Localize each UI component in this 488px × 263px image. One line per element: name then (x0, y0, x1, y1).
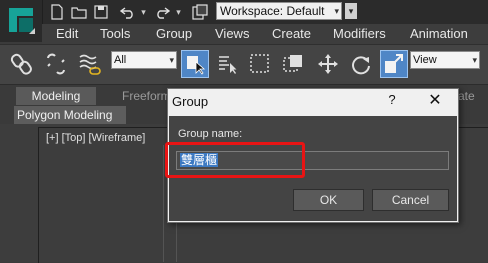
viewport-label[interactable]: [+] [Top] [Wireframe] (46, 132, 145, 144)
tab-freeform[interactable]: Freeform (122, 87, 171, 105)
project-folder-icon[interactable] (191, 3, 209, 21)
customize-arrow-icon[interactable]: ▾ (345, 3, 357, 19)
cancel-button[interactable]: Cancel (372, 189, 449, 211)
highlight-annotation (165, 142, 305, 178)
bind-space-warp-icon[interactable] (76, 50, 104, 78)
tab-state[interactable]: ate (458, 87, 475, 105)
panel-polygon-modeling[interactable]: Polygon Modeling (14, 106, 126, 124)
scale-icon[interactable] (380, 50, 408, 78)
menu-edit[interactable]: Edit (56, 26, 78, 41)
tab-modeling[interactable]: Modeling (16, 87, 96, 105)
redo-dropdown-icon[interactable]: ▾ (174, 3, 183, 21)
workspace-label: Workspace: Default (220, 4, 325, 18)
workspace-select[interactable]: Workspace: Default ▾ (216, 2, 342, 20)
move-icon[interactable] (314, 50, 342, 78)
dialog-title: Group (172, 94, 209, 109)
unlink-icon[interactable] (42, 50, 70, 78)
menu-create[interactable]: Create (272, 26, 311, 41)
close-button[interactable]: ✕ (426, 92, 444, 110)
selection-filter-value: All (114, 54, 127, 66)
help-button[interactable]: ? (385, 92, 399, 110)
selection-filter-dropdown[interactable]: All ▾ (111, 51, 177, 69)
menu-group[interactable]: Group (156, 26, 192, 41)
rectangular-selection-icon[interactable] (246, 50, 274, 78)
save-icon[interactable] (92, 3, 110, 21)
window-crossing-icon[interactable] (279, 50, 307, 78)
chevron-down-icon: ▾ (334, 6, 339, 16)
open-folder-icon[interactable] (70, 3, 88, 21)
group-name-label: Group name: (178, 128, 243, 140)
undo-dropdown-icon[interactable]: ▾ (139, 3, 148, 21)
menu-animation[interactable]: Animation (410, 26, 468, 41)
redo-icon[interactable] (153, 3, 171, 21)
reference-coordinate-dropdown[interactable]: View ▾ (410, 51, 480, 69)
menu-views[interactable]: Views (215, 26, 249, 41)
chevron-down-icon: ▾ (472, 55, 477, 65)
new-file-icon[interactable] (48, 3, 66, 21)
undo-icon[interactable] (119, 3, 137, 21)
ok-button[interactable]: OK (293, 189, 364, 211)
reference-coordinate-value: View (413, 54, 437, 66)
rotate-icon[interactable] (347, 50, 375, 78)
select-object-icon[interactable] (181, 50, 209, 78)
grid-line (163, 145, 164, 262)
select-by-name-icon[interactable] (214, 50, 242, 78)
link-icon[interactable] (8, 50, 36, 78)
menu-modifiers[interactable]: Modifiers (333, 26, 386, 41)
app-logo-icon[interactable] (0, 0, 43, 42)
menu-tools[interactable]: Tools (100, 26, 130, 41)
chevron-down-icon: ▾ (169, 55, 174, 65)
